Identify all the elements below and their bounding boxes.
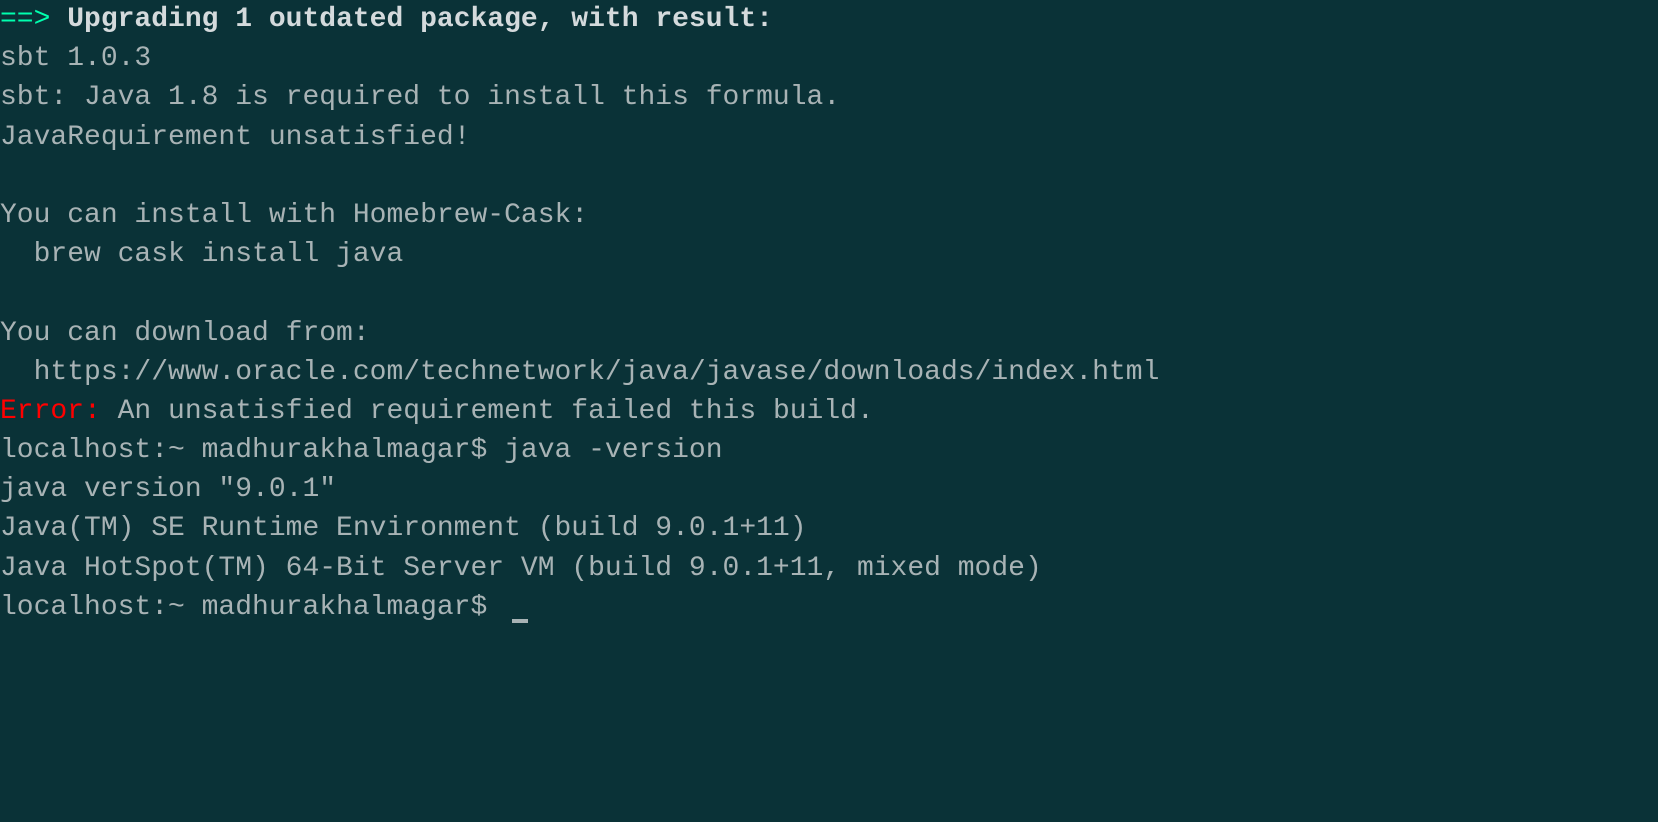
output-line: You can install with Homebrew-Cask: (0, 200, 588, 231)
output-line: java version "9.0.1" (0, 474, 336, 505)
shell-prompt: localhost:~ madhurakhalmagar$ (0, 435, 504, 466)
brew-header: Upgrading 1 outdated package, with resul… (50, 4, 773, 35)
output-line: sbt: Java 1.8 is required to install thi… (0, 82, 840, 113)
terminal-window[interactable]: ==> Upgrading 1 outdated package, with r… (0, 0, 1658, 627)
output-line: You can download from: (0, 318, 370, 349)
command-input[interactable]: java -version (504, 435, 722, 466)
output-line: brew cask install java (0, 239, 403, 270)
cursor-icon[interactable] (512, 619, 528, 623)
error-label: Error: (0, 396, 101, 427)
output-line: https://www.oracle.com/technetwork/java/… (0, 357, 1159, 388)
output-line: JavaRequirement unsatisfied! (0, 122, 470, 153)
shell-prompt: localhost:~ madhurakhalmagar$ (0, 592, 504, 623)
output-line: Java(TM) SE Runtime Environment (build 9… (0, 513, 807, 544)
error-message: An unsatisfied requirement failed this b… (101, 396, 874, 427)
output-line: Java HotSpot(TM) 64-Bit Server VM (build… (0, 553, 1042, 584)
output-line: sbt 1.0.3 (0, 43, 151, 74)
brew-arrow-prefix: ==> (0, 4, 50, 35)
